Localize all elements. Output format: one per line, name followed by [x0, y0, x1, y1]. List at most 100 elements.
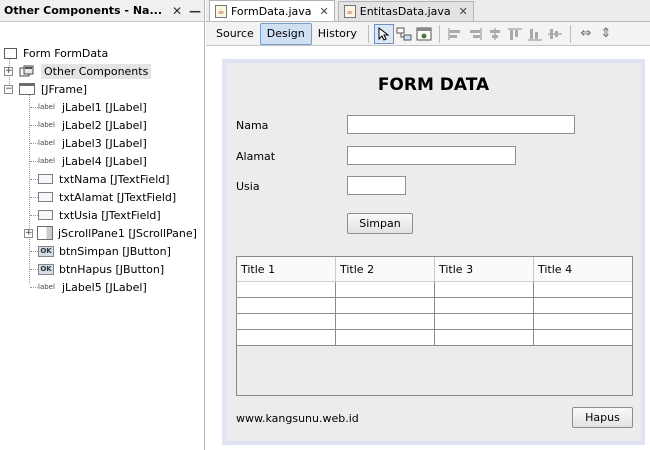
table-cell[interactable] — [336, 314, 435, 329]
tree-line — [30, 107, 38, 108]
tab-entitasdata[interactable]: ☕ EntitasData.java ✕ — [337, 1, 474, 21]
table-header-cell[interactable]: Title 4 — [534, 257, 632, 281]
align-left-icon[interactable] — [445, 24, 465, 44]
toolbar-separator — [367, 24, 369, 43]
collapse-icon[interactable]: − — [4, 84, 13, 94]
design-button[interactable]: Design — [259, 22, 312, 45]
nama-input[interactable] — [347, 115, 575, 134]
table-cell[interactable] — [237, 330, 336, 345]
tree-line — [30, 161, 38, 162]
table-cell[interactable] — [534, 330, 632, 345]
tree-node-label: jLabel2 [JLabel] — [62, 118, 147, 132]
table-row[interactable] — [237, 298, 632, 314]
connection-mode-icon[interactable] — [394, 24, 414, 44]
design-canvas: FORM DATA Nama Alamat Usia Simpan Title … — [206, 47, 650, 450]
tree-node-txtnama[interactable]: txtNama [JTextField] — [38, 170, 170, 188]
tree-node-jlabel2[interactable]: label jLabel2 [JLabel] — [38, 116, 147, 134]
center-horizontal-icon[interactable] — [485, 24, 505, 44]
tree-node-btnsimpan[interactable]: OK btnSimpan [JButton] — [38, 242, 171, 260]
scrollpane-icon — [37, 226, 53, 240]
tree-node-label: btnHapus [JButton] — [59, 262, 165, 276]
table-cell[interactable] — [435, 314, 534, 329]
selection-mode-icon[interactable] — [373, 23, 394, 44]
navigator-header: Other Components - Na... ✕ — — [0, 0, 204, 22]
tree-node-jscrollpane1[interactable]: + jScrollPane1 [JScrollPane] — [24, 224, 197, 242]
history-button[interactable]: History — [312, 23, 363, 45]
center-vertical-icon[interactable] — [545, 24, 565, 44]
resize-vertical-icon[interactable]: ⇕ — [596, 24, 616, 44]
table-cell[interactable] — [237, 298, 336, 313]
close-icon[interactable]: ✕ — [320, 5, 329, 18]
label-nama: Nama — [236, 119, 269, 132]
tab-label: EntitasData.java — [359, 5, 451, 18]
expand-icon[interactable]: + — [24, 228, 33, 238]
align-bottom-icon[interactable] — [525, 24, 545, 44]
tree-node-txtalamat[interactable]: txtAlamat [JTextField] — [38, 188, 176, 206]
tree-node-jlabel4[interactable]: label jLabel4 [JLabel] — [38, 152, 147, 170]
table-header-cell[interactable]: Title 3 — [435, 257, 534, 281]
table-header-cell[interactable]: Title 2 — [336, 257, 435, 281]
tree-node-label: jLabel3 [JLabel] — [62, 136, 147, 150]
textfield-icon — [38, 210, 53, 220]
source-button[interactable]: Source — [210, 23, 260, 45]
table-row[interactable] — [237, 314, 632, 330]
label-alamat: Alamat — [236, 150, 276, 163]
table-row[interactable] — [237, 282, 632, 298]
table-cell[interactable] — [336, 330, 435, 345]
navigator-title: Other Components - Na... — [4, 4, 162, 17]
tree-line — [30, 197, 38, 198]
form-icon — [4, 47, 17, 59]
tree-node-txtusia[interactable]: txtUsia [JTextField] — [38, 206, 161, 224]
java-file-icon: ☕ — [215, 4, 227, 18]
tree-node-jframe[interactable]: − [JFrame] — [4, 80, 87, 98]
tree-node-root[interactable]: Form FormData — [4, 44, 108, 62]
align-top-icon[interactable] — [505, 24, 525, 44]
tree-node-jlabel5[interactable]: label jLabel5 [JLabel] — [38, 278, 147, 296]
minimize-icon[interactable]: — — [186, 3, 204, 19]
textfield-icon — [38, 192, 53, 202]
expand-icon[interactable]: + — [4, 66, 13, 76]
tree-line — [30, 143, 38, 144]
components-icon — [19, 65, 35, 78]
tree-node-label: [JFrame] — [41, 82, 88, 96]
label-icon: label — [38, 139, 55, 147]
table-header-cell[interactable]: Title 1 — [237, 257, 336, 281]
resize-horizontal-icon[interactable]: ⇔ — [576, 24, 596, 44]
hapus-button[interactable]: Hapus — [572, 407, 633, 428]
tab-formdata[interactable]: ☕ FormData.java ✕ — [209, 0, 335, 21]
table-cell[interactable] — [336, 282, 435, 297]
button-icon: OK — [38, 245, 54, 257]
table-cell[interactable] — [435, 282, 534, 297]
form-title: FORM DATA — [377, 75, 490, 95]
alamat-input[interactable] — [347, 146, 516, 165]
tree-node-jlabel3[interactable]: label jLabel3 [JLabel] — [38, 134, 147, 152]
usia-input[interactable] — [347, 176, 406, 195]
tree-node-jlabel1[interactable]: label jLabel1 [JLabel] — [38, 98, 147, 116]
tree-node-label: btnSimpan [JButton] — [59, 244, 171, 258]
tree-line — [30, 269, 38, 270]
toolbar-separator — [438, 24, 440, 43]
label-usia: Usia — [236, 180, 260, 193]
jframe-preview[interactable]: FORM DATA Nama Alamat Usia Simpan Title … — [222, 59, 645, 445]
preview-design-icon[interactable] — [414, 24, 434, 44]
close-icon[interactable]: ✕ — [459, 5, 468, 18]
table-cell[interactable] — [237, 282, 336, 297]
footer-link-text: www.kangsunu.web.id — [236, 412, 359, 425]
tab-label: FormData.java — [231, 4, 312, 18]
table-cell[interactable] — [435, 330, 534, 345]
table-cell[interactable] — [237, 314, 336, 329]
align-right-icon[interactable] — [465, 24, 485, 44]
table-row[interactable] — [237, 330, 632, 346]
tree-node-btnhapus[interactable]: OK btnHapus [JButton] — [38, 260, 164, 278]
table-cell[interactable] — [435, 298, 534, 313]
table-cell[interactable] — [534, 298, 632, 313]
data-table[interactable]: Title 1 Title 2 Title 3 Title 4 — [236, 256, 633, 396]
simpan-button[interactable]: Simpan — [347, 213, 413, 234]
tree-node-other-components[interactable]: + Other Components — [4, 62, 152, 80]
frame-icon — [19, 83, 35, 95]
table-cell[interactable] — [336, 298, 435, 313]
tree-node-label: Form FormData — [23, 46, 109, 60]
table-cell[interactable] — [534, 314, 632, 329]
table-cell[interactable] — [534, 282, 632, 297]
close-icon[interactable]: ✕ — [168, 3, 186, 19]
